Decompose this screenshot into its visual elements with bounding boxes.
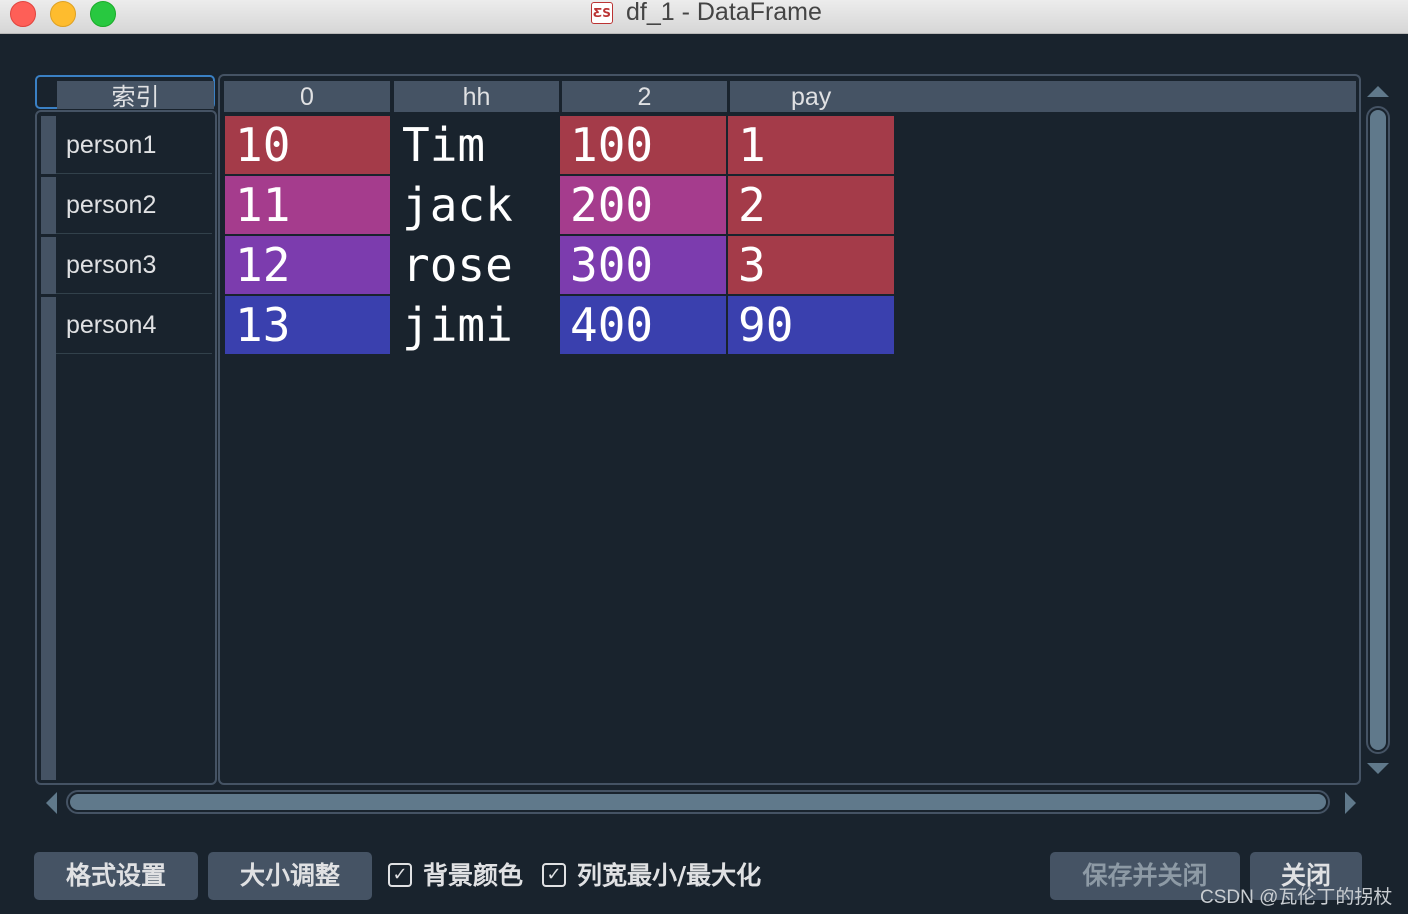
index-header-label: 索引 — [57, 81, 214, 111]
column-header-hh[interactable]: hh — [394, 81, 559, 112]
table-cell[interactable]: 1 — [728, 116, 894, 174]
table-cell[interactable]: Tim — [392, 116, 558, 174]
scroll-right-arrow-icon[interactable] — [1345, 792, 1356, 814]
horizontal-scroll-thumb[interactable] — [70, 794, 1326, 810]
table-cell[interactable]: jimi — [392, 296, 558, 354]
column-header-2[interactable]: 2 — [562, 81, 727, 112]
table-cell[interactable]: 12 — [225, 236, 390, 294]
table-cell[interactable]: rose — [392, 236, 558, 294]
window-title: df_1 - DataFrame — [626, 0, 822, 26]
app-icon: ƸS — [591, 2, 613, 24]
table-cell[interactable]: 300 — [560, 236, 726, 294]
scroll-left-arrow-icon[interactable] — [46, 792, 57, 814]
maximize-window-button[interactable] — [90, 1, 116, 27]
table-cell[interactable]: 100 — [560, 116, 726, 174]
index-row-person1[interactable]: person1 — [56, 116, 212, 174]
minimize-window-button[interactable] — [50, 1, 76, 27]
format-button[interactable]: 格式设置 — [34, 852, 198, 900]
index-row-person4[interactable]: person4 — [56, 296, 212, 354]
scroll-down-arrow-icon[interactable] — [1367, 763, 1389, 774]
row-header-strip — [41, 116, 56, 780]
table-cell[interactable]: 2 — [728, 176, 894, 234]
scroll-up-arrow-icon[interactable] — [1367, 86, 1389, 97]
table-cell[interactable]: 3 — [728, 236, 894, 294]
col-width-label[interactable]: 列宽最小/最大化 — [577, 858, 761, 894]
table-cell[interactable]: 200 — [560, 176, 726, 234]
resize-button[interactable]: 大小调整 — [208, 852, 372, 900]
row-separator — [41, 234, 56, 237]
table-cell[interactable]: 90 — [728, 296, 894, 354]
table-cell[interactable]: 11 — [225, 176, 390, 234]
table-cell[interactable]: jack — [392, 176, 558, 234]
title-bar: ƸS df_1 - DataFrame — [0, 0, 1408, 34]
index-row-person3[interactable]: person3 — [56, 236, 212, 294]
table-cell[interactable]: 400 — [560, 296, 726, 354]
bg-color-label[interactable]: 背景颜色 — [423, 858, 523, 894]
watermark: CSDN @瓦伦丁的拐杖 — [1200, 887, 1393, 908]
vertical-scroll-thumb[interactable] — [1370, 110, 1386, 750]
index-header[interactable]: 索引 — [35, 75, 215, 111]
table-cell[interactable]: 10 — [225, 116, 390, 174]
column-header-pay[interactable]: pay — [730, 81, 1356, 112]
column-header-0[interactable]: 0 — [224, 81, 390, 112]
table-cell[interactable]: 13 — [225, 296, 390, 354]
col-width-checkbox[interactable]: ✓ — [542, 863, 566, 887]
row-separator — [41, 294, 56, 297]
index-row-person2[interactable]: person2 — [56, 176, 212, 234]
close-window-button[interactable] — [10, 1, 36, 27]
row-separator — [41, 174, 56, 177]
bg-color-checkbox[interactable]: ✓ — [388, 863, 412, 887]
